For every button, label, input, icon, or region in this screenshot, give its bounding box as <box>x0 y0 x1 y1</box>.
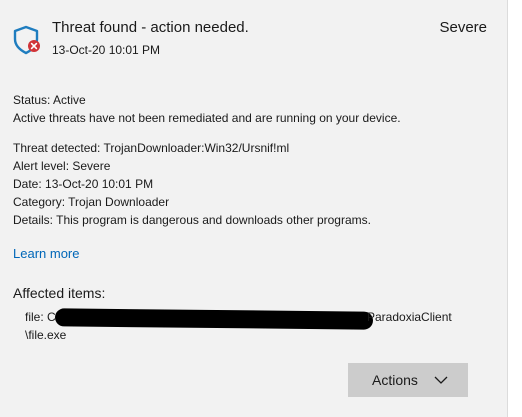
category-line: Category: Trojan Downloader <box>13 195 170 209</box>
date-line: Date: 13-Oct-20 10:01 PM <box>13 177 154 191</box>
status-description: Active threats have not been remediated … <box>13 111 401 125</box>
actions-button-label: Actions <box>372 372 418 388</box>
threat-details-panel: Threat found - action needed. 13-Oct-20 … <box>0 0 508 417</box>
redaction-bar <box>54 308 374 330</box>
details-line: Details: This program is dangerous and d… <box>13 213 371 227</box>
chevron-down-icon <box>434 376 448 384</box>
affected-file-prefix: file: C <box>25 310 56 324</box>
threat-title: Threat found - action needed. <box>52 19 249 36</box>
learn-more-link[interactable]: Learn more <box>13 246 79 261</box>
actions-button[interactable]: Actions <box>348 363 468 397</box>
affected-items-heading: Affected items: <box>13 285 106 301</box>
shield-alert-icon <box>13 25 40 55</box>
threat-timestamp: 13-Oct-20 10:01 PM <box>52 43 161 57</box>
alert-level-line: Alert level: Severe <box>13 159 111 173</box>
affected-file-line2: \file.exe <box>25 328 67 342</box>
severity-label: Severe <box>439 19 487 36</box>
affected-file-suffix: ParadoxiaClient <box>367 310 452 324</box>
threat-detected-line: Threat detected: TrojanDownloader:Win32/… <box>13 141 290 155</box>
status-line: Status: Active <box>13 93 86 107</box>
